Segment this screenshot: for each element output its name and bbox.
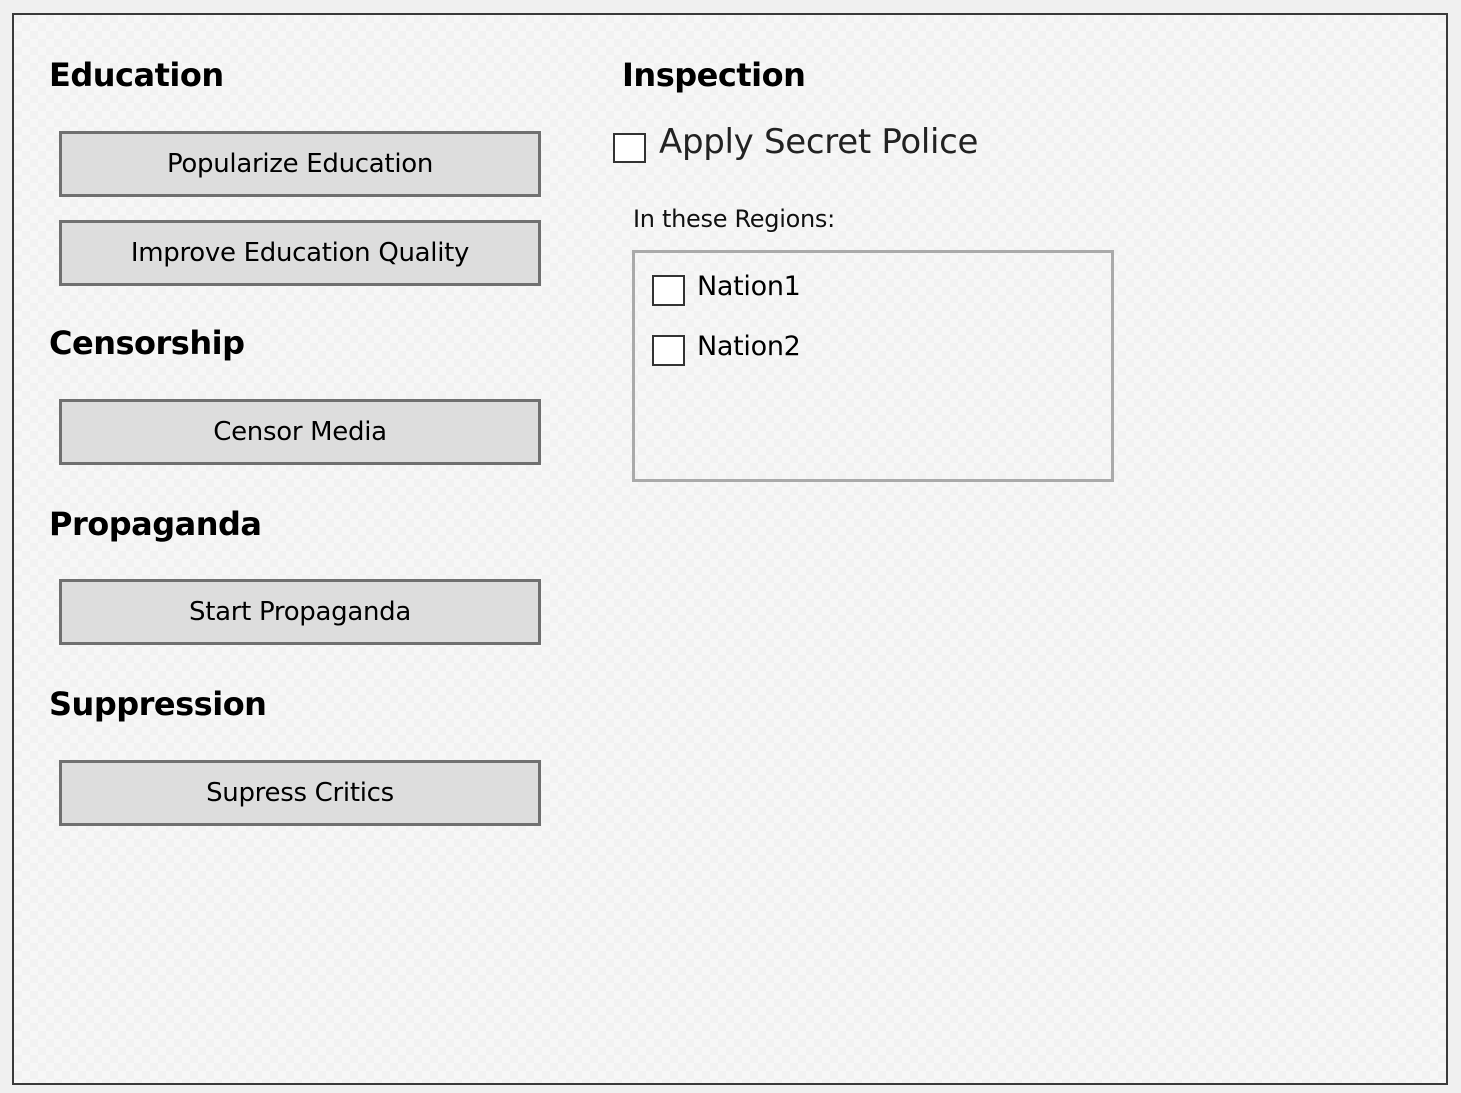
- start-propaganda-button[interactable]: Start Propaganda: [59, 579, 541, 645]
- regions-label: In these Regions:: [633, 205, 835, 233]
- suppress-critics-button[interactable]: Supress Critics: [59, 760, 541, 826]
- region-checkbox-nation1[interactable]: [652, 275, 685, 306]
- region-label-nation1[interactable]: Nation1: [697, 271, 801, 302]
- region-checkbox-nation2[interactable]: [652, 335, 685, 366]
- inspection-heading: Inspection: [622, 56, 806, 94]
- region-label-nation2[interactable]: Nation2: [697, 331, 801, 362]
- censorship-heading: Censorship: [49, 324, 245, 362]
- secret-police-checkbox[interactable]: [613, 133, 646, 163]
- propaganda-heading: Propaganda: [49, 505, 262, 543]
- popularize-education-button[interactable]: Popularize Education: [59, 131, 541, 197]
- censor-media-button[interactable]: Censor Media: [59, 399, 541, 465]
- suppression-heading: Suppression: [49, 685, 267, 723]
- improve-education-quality-button[interactable]: Improve Education Quality: [59, 220, 541, 286]
- secret-police-label[interactable]: Apply Secret Police: [659, 122, 978, 162]
- education-heading: Education: [49, 56, 224, 94]
